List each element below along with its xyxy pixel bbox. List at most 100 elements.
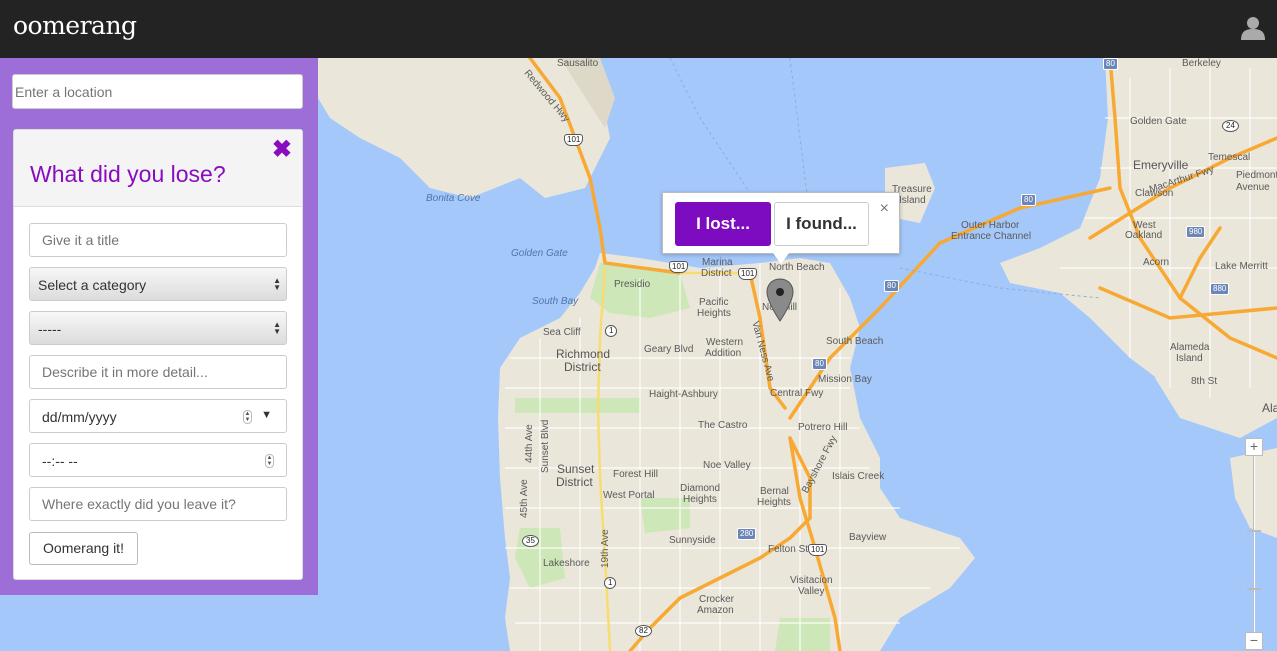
interstate-80-shield: 80 bbox=[1021, 194, 1036, 206]
map-label-45th-ave: 45th Ave bbox=[519, 479, 530, 518]
date-input[interactable]: dd/mm/yyyy ▲ ▼ ▼ bbox=[29, 399, 287, 433]
date-dropdown-icon[interactable]: ▼ bbox=[261, 409, 272, 421]
interstate-280-shield: 280 bbox=[737, 528, 757, 540]
map-label-diamond-heights: Diamond bbox=[680, 483, 721, 494]
date-input-value: dd/mm/yyyy bbox=[42, 409, 117, 425]
map-label-temescal: Temescal bbox=[1208, 152, 1251, 163]
category-select[interactable]: Select a category ▲ ▼ bbox=[29, 267, 287, 301]
subcategory-select-value: ----- bbox=[38, 321, 62, 337]
map-label-the-castro: The Castro bbox=[698, 420, 748, 431]
lost-found-popup: I lost... I found... × bbox=[662, 192, 900, 264]
map-label-pacific-heights: Pacific bbox=[699, 297, 729, 308]
map-label-islais-creek: Islais Creek bbox=[832, 471, 885, 482]
map-label-lake-merritt: Lake Merritt bbox=[1215, 261, 1268, 272]
zoom-tick bbox=[1247, 588, 1261, 590]
map-label-golden-gate-north: Golden Gate bbox=[1130, 116, 1187, 127]
subcategory-select[interactable]: ----- ▲ ▼ bbox=[29, 311, 287, 345]
map-label-sausalito: Sausalito bbox=[557, 58, 599, 69]
zoom-out-button[interactable]: − bbox=[1245, 632, 1263, 650]
lost-item-form: What did you lose? ✖ Select a category ▲… bbox=[13, 129, 303, 580]
map-label-diamond-heights-2: Heights bbox=[683, 494, 717, 505]
map-label-geary-blvd: Geary Blvd bbox=[644, 344, 694, 355]
map-label-visitacion-valley: Visitacion bbox=[790, 575, 833, 586]
map-label-acorn: Acorn bbox=[1143, 257, 1170, 268]
time-spinner-icon[interactable]: ▲ ▼ bbox=[265, 454, 274, 468]
map-label-44th-ave: 44th Ave bbox=[524, 424, 535, 463]
map-label-west-oakland-2: Oakland bbox=[1125, 230, 1163, 241]
map-label-richmond-district: Richmond bbox=[556, 347, 611, 361]
user-icon[interactable] bbox=[1241, 16, 1265, 40]
map-label-ala: Ala bbox=[1262, 401, 1277, 415]
item-title-input[interactable] bbox=[29, 223, 287, 257]
map-label-sunset-district-2: District bbox=[556, 475, 593, 489]
map-label-treasure-island-2: Island bbox=[899, 195, 926, 206]
top-navbar: oomerang bbox=[0, 0, 1277, 58]
i-lost-button[interactable]: I lost... bbox=[675, 202, 771, 246]
zoom-slider[interactable]: + − bbox=[1245, 438, 1263, 651]
map-label-sunnyside: Sunnyside bbox=[669, 535, 716, 546]
map-label-piedmont: Piedmont bbox=[1236, 170, 1277, 181]
brand-logo[interactable]: oomerang bbox=[13, 11, 137, 40]
map-label-alameda-island: Alameda bbox=[1170, 342, 1210, 353]
where-input[interactable] bbox=[29, 487, 287, 521]
select-arrows-icon: ▲ ▼ bbox=[273, 276, 281, 292]
time-input-value: --:-- -- bbox=[42, 453, 78, 469]
date-spinner-icon[interactable]: ▲ ▼ bbox=[243, 410, 252, 424]
interstate-80-shield: 80 bbox=[884, 280, 899, 292]
map-label-8th-st: 8th St bbox=[1191, 376, 1218, 387]
map-label-western-addition: Western bbox=[706, 337, 744, 348]
map-label-pacific-heights-2: Heights bbox=[697, 308, 731, 319]
map-label-west-portal: West Portal bbox=[603, 490, 655, 501]
interstate-880-shield: 880 bbox=[1210, 283, 1230, 295]
close-icon[interactable]: × bbox=[880, 200, 889, 218]
map-label-golden-gate-water: Golden Gate bbox=[511, 248, 568, 259]
map-label-marina-district: Marina bbox=[702, 257, 733, 268]
map-label-central-fwy: Central Fwy bbox=[770, 388, 824, 399]
route-35-shield: 35 bbox=[522, 535, 539, 547]
side-panel: What did you lose? ✖ Select a category ▲… bbox=[0, 58, 318, 595]
map-pin-icon[interactable] bbox=[766, 278, 794, 322]
oomerang-submit-button[interactable]: Oomerang it! bbox=[29, 532, 138, 565]
close-form-icon[interactable]: ✖ bbox=[272, 138, 292, 162]
map-label-bernal-heights-2: Heights bbox=[757, 497, 791, 508]
map-label-presidio: Presidio bbox=[614, 279, 651, 290]
map-label-bonita-cove: Bonita Cove bbox=[426, 193, 481, 204]
map-label-forest-hill: Forest Hill bbox=[613, 469, 659, 480]
map-label-south-beach: South Beach bbox=[826, 336, 884, 347]
map-label-lakeshore: Lakeshore bbox=[543, 558, 590, 569]
map-label-sea-cliff: Sea Cliff bbox=[543, 327, 581, 338]
map-label-alameda-island-2: Island bbox=[1176, 353, 1203, 364]
description-input[interactable] bbox=[29, 355, 287, 389]
map-label-potrero-hill: Potrero Hill bbox=[798, 422, 848, 433]
location-search-input[interactable] bbox=[12, 74, 303, 109]
interstate-980-shield: 980 bbox=[1186, 226, 1206, 238]
route-82-shield: 82 bbox=[635, 625, 652, 637]
time-input[interactable]: --:-- -- ▲ ▼ bbox=[29, 443, 287, 477]
map-label-outer-harbor: Outer Harbor bbox=[961, 220, 1020, 231]
map-label-mission-bay: Mission Bay bbox=[818, 374, 872, 385]
map-label-felton-st: Felton St bbox=[768, 544, 809, 555]
i-found-button[interactable]: I found... bbox=[774, 202, 869, 246]
zoom-handle[interactable] bbox=[1247, 530, 1261, 532]
us-101-shield: 101 bbox=[669, 261, 689, 273]
map-label-19th-ave: 19th Ave bbox=[600, 529, 611, 568]
zoom-track-line[interactable] bbox=[1253, 456, 1255, 632]
us-101-shield: 101 bbox=[564, 134, 584, 146]
interstate-80-shield: 80 bbox=[1103, 58, 1118, 70]
map-label-crocker-amazon-2: Amazon bbox=[697, 605, 734, 616]
map-label-crocker-amazon: Crocker bbox=[699, 594, 735, 605]
map-label-richmond-district-2: District bbox=[564, 360, 601, 374]
map-label-sunset-district: Sunset bbox=[557, 462, 595, 476]
map-label-bayview: Bayview bbox=[849, 532, 887, 543]
map-label-entrance-channel: Entrance Channel bbox=[951, 231, 1032, 242]
map-label-western-addition-2: Addition bbox=[705, 348, 742, 359]
form-header: What did you lose? ✖ bbox=[14, 130, 302, 207]
route-24-shield: 24 bbox=[1222, 120, 1239, 132]
map-label-emeryville: Emeryville bbox=[1133, 158, 1189, 172]
map-label-berkeley: Berkeley bbox=[1182, 58, 1221, 69]
zoom-in-button[interactable]: + bbox=[1245, 438, 1263, 456]
map-label-noe-valley: Noe Valley bbox=[703, 460, 751, 471]
map-label-bernal-heights: Bernal bbox=[760, 486, 789, 497]
map-label-haight-ashbury: Haight-Ashbury bbox=[649, 389, 718, 400]
map-label-south-bay: South Bay bbox=[532, 296, 579, 307]
